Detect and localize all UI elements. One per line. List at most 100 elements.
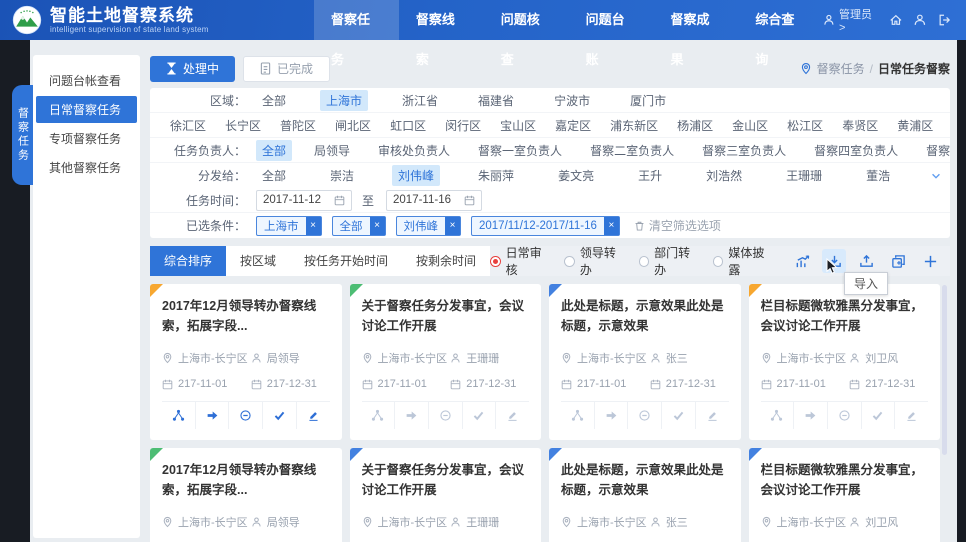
filter-option[interactable]: 刘伟峰	[392, 165, 440, 186]
breadcrumb-root[interactable]: 督察任务	[817, 60, 865, 77]
task-card[interactable]: 栏目标题微软雅黑分发事宜，会议讨论工作开展 上海市-长宁区 刘卫风 217-11…	[749, 284, 941, 440]
add-icon[interactable]	[918, 249, 942, 273]
suspend-icon[interactable]	[827, 402, 861, 429]
filter-option[interactable]: 松江区	[781, 115, 829, 136]
task-card[interactable]: 栏目标题微软雅黑分发事宜，会议讨论工作开展 上海市-长宁区 刘卫风 217-11…	[749, 448, 941, 542]
forward-icon[interactable]	[594, 402, 628, 429]
filter-option[interactable]: 静安区	[946, 115, 950, 136]
filter-option[interactable]: 督察一室负责人	[472, 140, 568, 161]
nav-item-问题台账[interactable]: 问题台账	[569, 0, 654, 40]
edit-icon[interactable]	[894, 402, 928, 429]
forward-icon[interactable]	[394, 402, 428, 429]
filter-option[interactable]: 闵行区	[439, 115, 487, 136]
statistics-icon[interactable]	[790, 249, 814, 273]
sort-tab[interactable]: 按任务开始时间	[290, 246, 402, 276]
filter-option[interactable]: 普陀区	[274, 115, 322, 136]
filter-option[interactable]: 崇洁	[324, 165, 360, 186]
filter-option[interactable]: 嘉定区	[549, 115, 597, 136]
forward-icon[interactable]	[195, 402, 229, 429]
logout-icon[interactable]	[938, 13, 952, 27]
export-icon[interactable]	[854, 249, 878, 273]
clear-filters-button[interactable]: 清空筛选选项	[634, 217, 721, 234]
filter-option[interactable]: 王珊珊	[780, 165, 828, 186]
remove-tag-icon[interactable]: ×	[445, 217, 460, 235]
nav-item-督察任务[interactable]: 督察任务	[314, 0, 399, 40]
done-icon[interactable]	[462, 402, 496, 429]
filter-option[interactable]: 全部	[256, 165, 292, 186]
tab-completed[interactable]: 已完成	[243, 56, 330, 82]
nav-item-督察线索[interactable]: 督察线索	[399, 0, 484, 40]
sidebar-item[interactable]: 专项督察任务	[36, 125, 137, 152]
suspend-icon[interactable]	[428, 402, 462, 429]
filter-option[interactable]: 金山区	[726, 115, 774, 136]
edit-icon[interactable]	[695, 402, 729, 429]
profile-icon[interactable]	[913, 13, 927, 27]
filter-option[interactable]: 董浩	[860, 165, 896, 186]
date-from-input[interactable]: 2017-11-12	[256, 190, 352, 211]
sidebar-vertical-tab[interactable]: 督察任务	[12, 85, 33, 185]
filter-option[interactable]: 浙江省	[396, 90, 444, 111]
distribute-icon[interactable]	[362, 402, 395, 429]
filter-option[interactable]: 长宁区	[219, 115, 267, 136]
distribute-icon[interactable]	[162, 402, 195, 429]
filter-option[interactable]: 虹口区	[384, 115, 432, 136]
task-card[interactable]: 关于督察任务分发事宜，会议讨论工作开展 上海市-长宁区 王珊珊 217-11-0…	[350, 448, 542, 542]
task-card[interactable]: 此处是标题，示意效果此处是标题，示意效果 上海市-长宁区 张三 217-11-0…	[549, 284, 741, 440]
task-card[interactable]: 2017年12月领导转办督察线索，拓展字段... 上海市-长宁区 局领导 217…	[150, 284, 342, 440]
filter-option[interactable]: 姜文亮	[552, 165, 600, 186]
filter-option[interactable]: 刘浩然	[700, 165, 748, 186]
copy-icon[interactable]	[886, 249, 910, 273]
done-icon[interactable]	[861, 402, 895, 429]
filter-option[interactable]: 福建省	[472, 90, 520, 111]
filter-option[interactable]: 宁波市	[548, 90, 596, 111]
filter-option[interactable]: 杨浦区	[671, 115, 719, 136]
nav-item-综合查询[interactable]: 综合查询	[738, 0, 823, 40]
suspend-icon[interactable]	[228, 402, 262, 429]
filter-option[interactable]: 督察二室负责人	[584, 140, 680, 161]
filter-option[interactable]: 审核处负责人	[372, 140, 456, 161]
filter-option[interactable]: 督察三室负责人	[696, 140, 792, 161]
filter-option[interactable]: 朱丽萍	[472, 165, 520, 186]
filter-option[interactable]: 宝山区	[494, 115, 542, 136]
chevron-down-icon[interactable]	[930, 170, 942, 182]
filter-option[interactable]: 局领导	[308, 140, 356, 161]
home-icon[interactable]	[889, 13, 903, 27]
filter-option[interactable]: 徐汇区	[164, 115, 212, 136]
distribute-icon[interactable]	[761, 402, 794, 429]
distribute-icon[interactable]	[561, 402, 594, 429]
remove-tag-icon[interactable]: ×	[306, 217, 321, 235]
filter-option[interactable]: 厦门市	[624, 90, 672, 111]
filter-option[interactable]: 上海市	[320, 90, 368, 111]
remove-tag-icon[interactable]: ×	[604, 217, 619, 235]
radio-领导转办[interactable]: 领导转办	[564, 244, 625, 278]
done-icon[interactable]	[262, 402, 296, 429]
filter-option[interactable]: 黄浦区	[891, 115, 939, 136]
filter-option[interactable]: 闸北区	[329, 115, 377, 136]
task-card[interactable]: 关于督察任务分发事宜，会议讨论工作开展 上海市-长宁区 王珊珊 217-11-0…	[350, 284, 542, 440]
sort-tab[interactable]: 按剩余时间	[402, 246, 490, 276]
sort-tab[interactable]: 综合排序	[150, 246, 226, 276]
edit-icon[interactable]	[296, 402, 330, 429]
done-icon[interactable]	[661, 402, 695, 429]
user-menu[interactable]: 管理员>	[823, 6, 877, 34]
edit-icon[interactable]	[495, 402, 529, 429]
filter-option[interactable]: 督察四室负责人	[808, 140, 904, 161]
radio-部门转办[interactable]: 部门转办	[639, 244, 700, 278]
filter-option[interactable]: 督察五室负责人	[920, 140, 950, 161]
tab-processing[interactable]: 处理中	[150, 56, 235, 82]
filter-option[interactable]: 全部	[256, 90, 292, 111]
filter-option[interactable]: 全部	[256, 140, 292, 161]
filter-option[interactable]: 王升	[632, 165, 668, 186]
sidebar-item[interactable]: 日常督察任务	[36, 96, 137, 123]
radio-日常审核[interactable]: 日常审核	[490, 244, 551, 278]
filter-option[interactable]: 奉贤区	[836, 115, 884, 136]
date-to-input[interactable]: 2017-11-16	[386, 190, 482, 211]
nav-item-督察成果[interactable]: 督察成果	[653, 0, 738, 40]
task-card[interactable]: 此处是标题，示意效果此处是标题，示意效果 上海市-长宁区 张三 217-11-0…	[549, 448, 741, 542]
sidebar-item[interactable]: 问题台帐查看	[36, 67, 137, 94]
sort-tab[interactable]: 按区域	[226, 246, 290, 276]
forward-icon[interactable]	[793, 402, 827, 429]
cards-scrollbar-thumb[interactable]	[942, 285, 947, 455]
suspend-icon[interactable]	[627, 402, 661, 429]
sidebar-item[interactable]: 其他督察任务	[36, 154, 137, 181]
